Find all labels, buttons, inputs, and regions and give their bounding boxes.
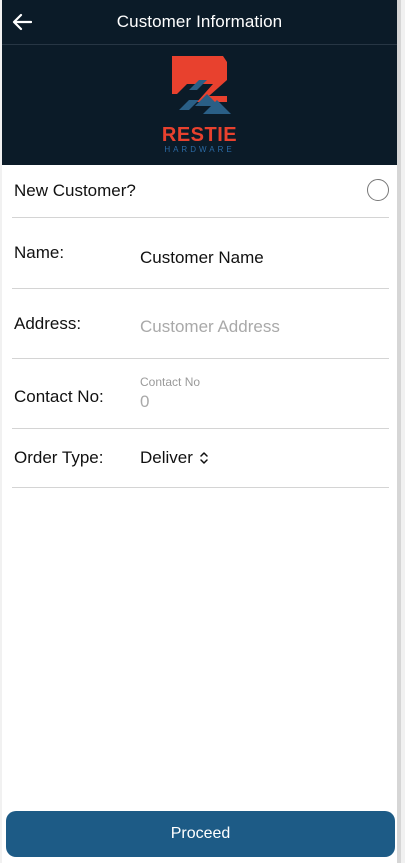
order-type-select[interactable]: Deliver (140, 448, 209, 468)
contact-float-label: Contact No (140, 375, 201, 389)
order-type-value: Deliver (140, 448, 193, 467)
restie-hardware-logo: RESTIE HARDWARE (159, 54, 241, 154)
name-label: Name: (14, 243, 65, 262)
logo-brand-text: RESTIE (161, 124, 238, 146)
address-label: Address: (14, 313, 82, 333)
select-chevron-icon (200, 452, 208, 464)
name-input[interactable]: Customer Name (140, 248, 264, 268)
order-type-label: Order Type: (14, 448, 104, 467)
page-title: Customer Information (116, 12, 283, 31)
contact-value: 0 (140, 392, 150, 411)
contact-label: Contact No: (14, 386, 104, 406)
logo-mark-icon (171, 56, 231, 114)
proceed-button[interactable]: Proceed (6, 811, 395, 857)
customer-information-screen: Customer Information RESTIE HARDWARE New… (2, 0, 401, 863)
customer-form: New Customer? Name: Customer Name Addres… (2, 165, 397, 488)
back-arrow-icon[interactable] (8, 8, 36, 36)
contact-row: Contact No: Contact No 0 (12, 359, 389, 429)
new-customer-row: New Customer? (12, 165, 389, 218)
order-type-row: Order Type: Deliver (12, 429, 389, 488)
logo-tagline-text: HARDWARE (164, 145, 235, 154)
address-row: Address: Customer Address (12, 289, 389, 359)
address-input[interactable]: Customer Address (140, 317, 280, 337)
top-bar: Customer Information (2, 0, 397, 45)
name-row: Name: Customer Name (12, 218, 389, 289)
contact-input[interactable]: Contact No 0 (140, 375, 200, 412)
new-customer-radio[interactable] (367, 179, 389, 201)
app-header: Customer Information RESTIE HARDWARE (2, 0, 397, 165)
new-customer-label: New Customer? (14, 181, 136, 200)
